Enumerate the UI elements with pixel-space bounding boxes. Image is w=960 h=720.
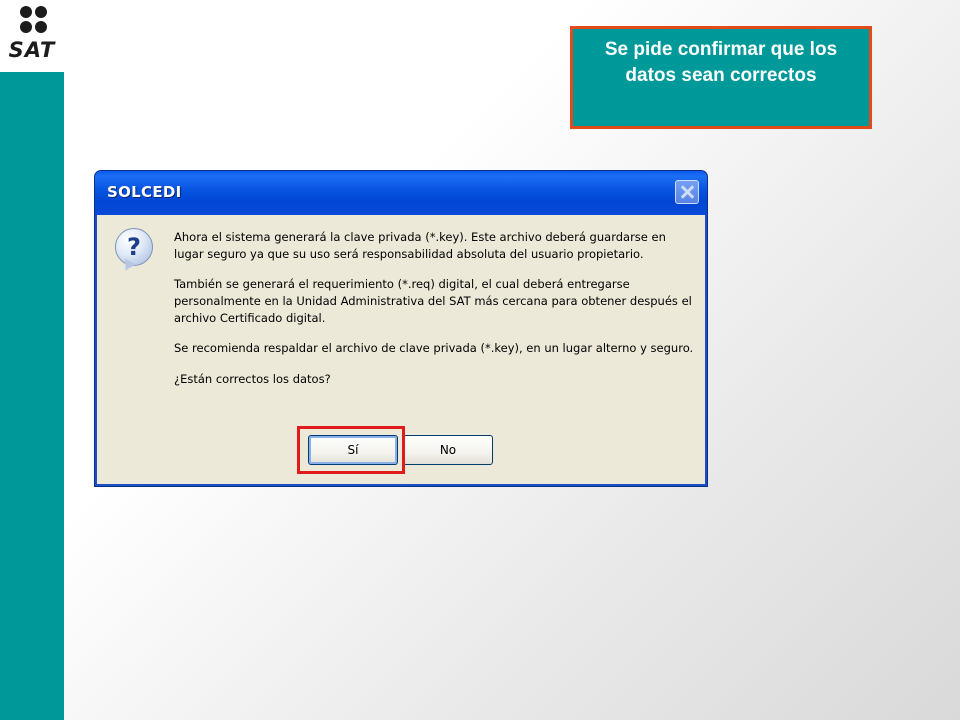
sat-logo: SAT <box>0 0 64 72</box>
teal-sidebar <box>0 72 64 720</box>
message-question: ¿Están correctos los datos? <box>174 372 331 386</box>
question-icon: ? <box>115 228 153 266</box>
dialog-titlebar[interactable]: SOLCEDI <box>95 171 707 215</box>
close-icon[interactable] <box>675 180 699 204</box>
callout-text: Se pide confirmar que los datos sean cor… <box>604 39 838 86</box>
message-paragraph-3: Se recomienda respaldar el archivo de cl… <box>174 341 694 355</box>
dialog-title: SOLCEDI <box>107 183 182 201</box>
sat-logo-text: SAT <box>8 38 56 62</box>
no-button[interactable]: No <box>403 435 493 465</box>
yes-button-highlight <box>297 426 405 474</box>
dialog-message: Ahora el sistema generará la clave priva… <box>174 229 699 401</box>
callout-box: Se pide confirmar que los datos sean cor… <box>570 26 872 129</box>
message-paragraph-2: También se generará el requerimiento (*.… <box>174 277 692 325</box>
message-paragraph-1: Ahora el sistema generará la clave priva… <box>174 230 666 261</box>
sat-logo-dots-icon <box>20 6 48 36</box>
